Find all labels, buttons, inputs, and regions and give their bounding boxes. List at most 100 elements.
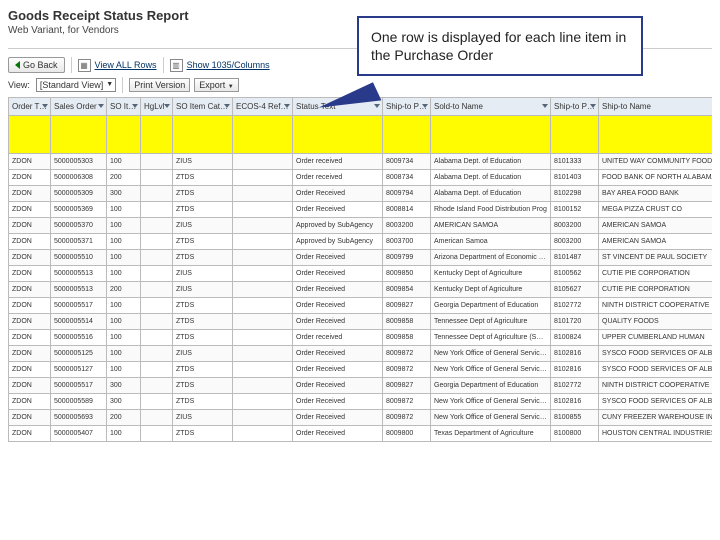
table-row[interactable]: ZDON5000005510100ZTDSOrder Received80097… (9, 250, 713, 266)
cell: Order Received (293, 394, 383, 410)
cell (233, 314, 293, 330)
cell (233, 394, 293, 410)
show-columns-link[interactable]: Show 1035/Columns (187, 60, 270, 70)
go-back-button[interactable]: Go Back (8, 57, 65, 73)
cell: 100 (107, 250, 141, 266)
cell: ZTDS (173, 330, 233, 346)
cell: ZDON (9, 266, 51, 282)
cell: 8008814 (383, 202, 431, 218)
table-row[interactable]: ZDON5000005407100ZTDSOrder Received80098… (9, 426, 713, 442)
col-header[interactable]: Ship-to Party (383, 98, 431, 116)
cell (233, 378, 293, 394)
cell: 100 (107, 202, 141, 218)
cell: New York Office of General Services (431, 362, 551, 378)
cell: Alabama Dept. of Education (431, 170, 551, 186)
cell: 5000005693 (51, 410, 107, 426)
cell: 5000006308 (51, 170, 107, 186)
col-header[interactable]: Ship-to Party (551, 98, 599, 116)
cell (233, 266, 293, 282)
cell: ZDON (9, 394, 51, 410)
col-header[interactable]: Ship-to Name (599, 98, 713, 116)
highlighted-row[interactable] (9, 116, 713, 154)
cell: FOOD BANK OF NORTH ALABAMA (599, 170, 713, 186)
cell: 8100562 (551, 266, 599, 282)
cell: Kentucky Dept of Agriculture (431, 266, 551, 282)
cell: 8100855 (551, 410, 599, 426)
separator (122, 77, 123, 93)
cell: Order received (293, 170, 383, 186)
cell: AMERICAN SAMOA (599, 218, 713, 234)
cell: Tennessee Dept of Agriculture (431, 314, 551, 330)
cell: UPPER CUMBERLAND HUMAN (599, 330, 713, 346)
cell (233, 186, 293, 202)
cell: ZTDS (173, 202, 233, 218)
table-row[interactable]: ZDON5000005371100ZTDSApproved by SubAgen… (9, 234, 713, 250)
cell: ZIUS (173, 410, 233, 426)
table-row[interactable]: ZDON5000005589300ZTDSOrder Received80098… (9, 394, 713, 410)
table-row[interactable]: ZDON5000005517300ZTDSOrder Received80098… (9, 378, 713, 394)
table-row[interactable]: ZDON5000005514100ZTDSOrder Received80098… (9, 314, 713, 330)
table-row[interactable]: ZDON5000005370100ZIUSApproved by SubAgen… (9, 218, 713, 234)
cell: Tennessee Dept of Agriculture (SNT) (431, 330, 551, 346)
table-row[interactable]: ZDON5000006308200ZTDSOrder received80087… (9, 170, 713, 186)
cell: 5000005514 (51, 314, 107, 330)
cell: ZDON (9, 298, 51, 314)
cell: 8100152 (551, 202, 599, 218)
cell: 5000005125 (51, 346, 107, 362)
cell (293, 116, 383, 154)
cell: ZDON (9, 202, 51, 218)
table-row[interactable]: ZDON5000005127100ZTDSOrder Received80098… (9, 362, 713, 378)
col-header[interactable]: SO Item Category (173, 98, 233, 116)
col-header[interactable]: ECOS-4 Reference # (233, 98, 293, 116)
table-row[interactable]: ZDON5000005693200ZIUSOrder Received80098… (9, 410, 713, 426)
cell (383, 116, 431, 154)
sort-icon (164, 104, 170, 108)
table-row[interactable]: ZDON5000005309300ZTDSOrder Received80097… (9, 186, 713, 202)
cell: ZTDS (173, 426, 233, 442)
cell: 5000005517 (51, 378, 107, 394)
col-header[interactable]: SO Item (107, 98, 141, 116)
cell: NINTH DISTRICT COOPERATIVE (599, 378, 713, 394)
cell: 8101403 (551, 170, 599, 186)
table-row[interactable]: ZDON5000005125100ZIUSOrder Received80098… (9, 346, 713, 362)
cell: Order Received (293, 266, 383, 282)
cell (233, 426, 293, 442)
col-header[interactable]: HgLvl (141, 98, 173, 116)
col-header[interactable]: Sales Order (51, 98, 107, 116)
cell: 8003200 (551, 234, 599, 250)
cell: 5000005513 (51, 282, 107, 298)
print-version-button[interactable]: Print Version (129, 78, 190, 92)
cell (551, 116, 599, 154)
grid-icon[interactable]: ▦ (78, 59, 91, 72)
cell: AMERICAN SAMOA (599, 234, 713, 250)
table-row[interactable]: ZDON5000005369100ZTDSOrder Received80088… (9, 202, 713, 218)
cell: New York Office of General Services (431, 394, 551, 410)
cell: 100 (107, 314, 141, 330)
cell: Order Received (293, 186, 383, 202)
cell: 8101720 (551, 314, 599, 330)
cell: 100 (107, 266, 141, 282)
columns-icon[interactable]: ▥ (170, 59, 183, 72)
table-row[interactable]: ZDON5000005513200ZIUSOrder Received80098… (9, 282, 713, 298)
table-row[interactable]: ZDON5000005303100ZIUSOrder received80097… (9, 154, 713, 170)
cell: 100 (107, 234, 141, 250)
table-row[interactable]: ZDON5000005516100ZTDSOrder received80098… (9, 330, 713, 346)
cell (141, 346, 173, 362)
col-header[interactable]: Sold-to Name (431, 98, 551, 116)
cell (233, 346, 293, 362)
cell: 8009872 (383, 394, 431, 410)
cell: Kentucky Dept of Agriculture (431, 282, 551, 298)
export-button[interactable]: Export ▼ (194, 78, 238, 92)
table-row[interactable]: ZDON5000005513100ZIUSOrder Received80098… (9, 266, 713, 282)
col-header[interactable]: Order Type (9, 98, 51, 116)
table-row[interactable]: ZDON5000005517100ZTDSOrder Received80098… (9, 298, 713, 314)
cell: QUALITY FOODS (599, 314, 713, 330)
cell: 5000005510 (51, 250, 107, 266)
cell: American Samoa (431, 234, 551, 250)
cell: ST VINCENT DE PAUL SOCIETY (599, 250, 713, 266)
cell: Order Received (293, 426, 383, 442)
cell: Order Received (293, 362, 383, 378)
cell: Order Received (293, 410, 383, 426)
view-select[interactable]: [Standard View] (36, 78, 116, 92)
view-all-rows-link[interactable]: View ALL Rows (95, 60, 157, 70)
